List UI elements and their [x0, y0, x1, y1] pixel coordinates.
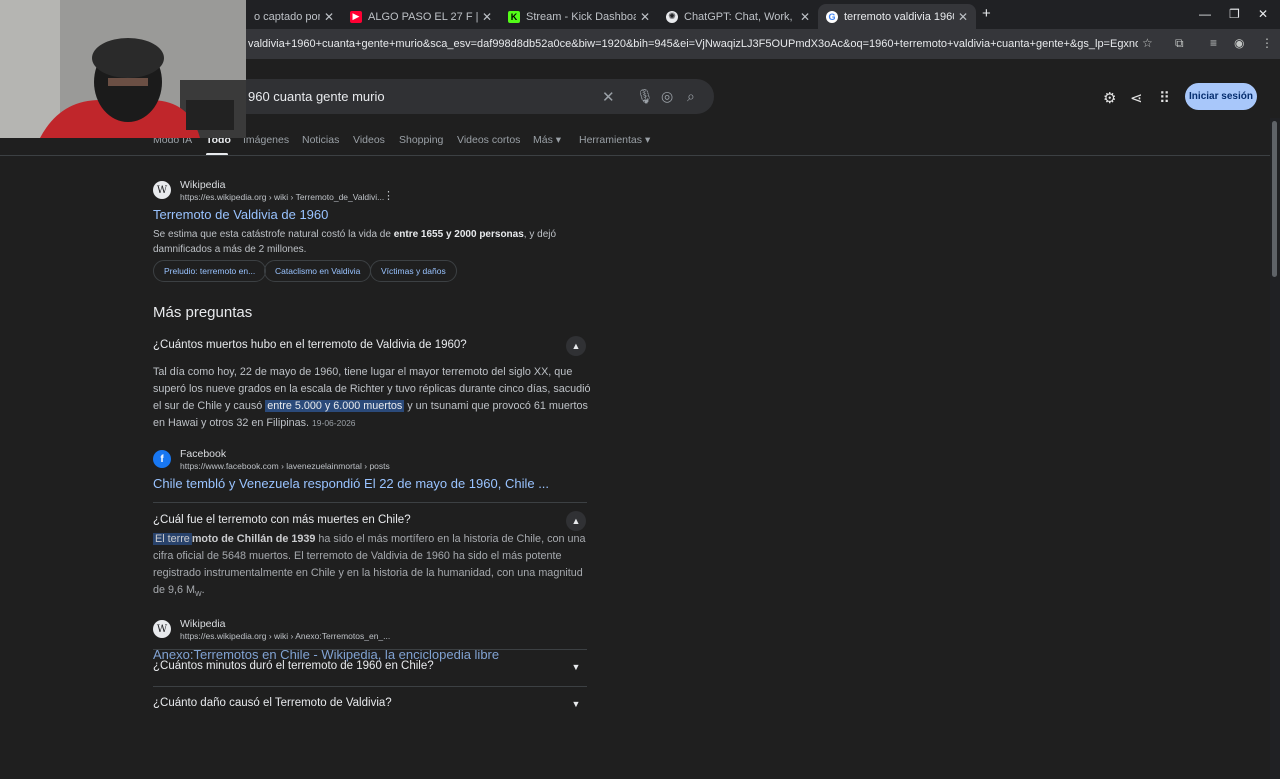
browser-tab[interactable]: K Stream - Kick Dashboard ✕: [500, 4, 658, 29]
answer-2: El terre moto de Chillán de 1939 ha sido …: [153, 533, 586, 599]
result-chip[interactable]: Preludio: terremoto en...: [153, 260, 267, 282]
bookmark-star-icon[interactable]: ☆: [1142, 36, 1153, 50]
wikipedia-icon: W: [153, 620, 171, 638]
search-input[interactable]: 960 cuanta gente murio: [248, 89, 385, 104]
youtube-icon: ▶: [350, 10, 362, 23]
google-icon: G: [826, 10, 838, 23]
browser-tab-active[interactable]: G terremoto valdivia 1960 cuanta ✕: [818, 4, 976, 29]
tab-short-videos[interactable]: Videos cortos: [457, 134, 520, 146]
result-title-link[interactable]: Terremoto de Valdivia de 1960: [153, 207, 328, 222]
question-1[interactable]: ¿Cuántos muertos hubo en el terremoto de…: [153, 339, 467, 351]
result-site-name: Wikipedia: [180, 618, 226, 630]
result-options-icon[interactable]: ⋮: [383, 189, 394, 202]
webcam-overlay: [0, 0, 246, 138]
chevron-up-icon[interactable]: ▲: [566, 336, 586, 356]
result-url[interactable]: https://es.wikipedia.org › wiki › Terrem…: [180, 192, 384, 202]
search-icon[interactable]: ⌕: [687, 88, 695, 105]
settings-gear-icon[interactable]: ⚙: [1103, 89, 1116, 107]
answer-1: Tal día como hoy, 22 de mayo de 1960, ti…: [153, 366, 591, 429]
tab-videos[interactable]: Videos: [353, 134, 385, 146]
tab-tools[interactable]: Herramientas ▾: [579, 134, 650, 146]
result-snippet: Se estima que esta catástrofe natural co…: [153, 229, 557, 255]
header-divider: [0, 155, 1280, 156]
restore-icon[interactable]: ❐: [1229, 7, 1240, 21]
close-window-icon[interactable]: ✕: [1258, 7, 1268, 21]
microphone-icon[interactable]: 🎙: [636, 88, 654, 105]
extensions-icon[interactable]: ⧉: [1175, 36, 1184, 51]
sign-in-button[interactable]: Iniciar sesión: [1185, 83, 1257, 110]
tab-images[interactable]: Imágenes: [243, 134, 289, 146]
new-tab-button[interactable]: +: [982, 5, 991, 22]
question-divider: [153, 502, 587, 503]
chevron-down-icon[interactable]: ▼: [566, 694, 586, 714]
tab-title: o captado por el pr: [254, 10, 320, 23]
clear-icon[interactable]: ✕: [602, 88, 615, 106]
facebook-icon: f: [153, 450, 171, 468]
address-bar[interactable]: valdivia+1960+cuanta+gente+murio&sca_esv…: [248, 32, 1138, 56]
tab-news[interactable]: Noticias: [302, 134, 339, 146]
tab-shopping[interactable]: Shopping: [399, 134, 443, 146]
tab-more[interactable]: Más ▾: [533, 134, 561, 146]
kick-icon: K: [508, 10, 520, 23]
media-controls-icon[interactable]: ≡: [1210, 36, 1217, 50]
result-chip[interactable]: Cataclismo en Valdivia: [264, 260, 372, 282]
question-4[interactable]: ¿Cuánto daño causó el Terremoto de Valdi…: [153, 697, 392, 709]
result-title-link[interactable]: Chile tembló y Venezuela respondió El 22…: [153, 476, 549, 491]
tab-title: ChatGPT: Chat, Work, Create &: [684, 10, 796, 23]
chevron-down-icon[interactable]: ▼: [566, 657, 586, 677]
close-icon[interactable]: ✕: [324, 10, 334, 24]
people-also-ask-title: Más preguntas: [153, 304, 253, 321]
result-url[interactable]: https://es.wikipedia.org › wiki › Anexo:…: [180, 631, 390, 641]
search-results-page: 960 cuanta gente murio ✕ 🎙 ◎ ⌕ ⚙ ⋖ ⠿ Ini…: [0, 59, 1280, 779]
browser-tab[interactable]: ▶ ALGO PASO EL 27 F | CHILE - Yo ✕: [342, 4, 500, 29]
chatgpt-icon: ✺: [666, 10, 678, 23]
scrollbar-thumb[interactable]: [1272, 121, 1277, 277]
apps-grid-icon[interactable]: ⠿: [1159, 89, 1170, 107]
close-icon[interactable]: ✕: [482, 10, 492, 24]
profile-icon[interactable]: ◉: [1234, 36, 1244, 50]
tab-title: ALGO PASO EL 27 F | CHILE - Yo: [368, 10, 478, 23]
chevron-up-icon[interactable]: ▲: [566, 511, 586, 531]
question-3[interactable]: ¿Cuántos minutos duró el terremoto de 19…: [153, 660, 434, 672]
webcam-image: [0, 0, 246, 138]
tab-title: Stream - Kick Dashboard: [526, 10, 636, 23]
menu-kebab-icon[interactable]: ⋮: [1261, 36, 1273, 50]
question-2[interactable]: ¿Cuál fue el terremoto con más muertes e…: [153, 514, 411, 526]
close-icon[interactable]: ✕: [958, 10, 968, 24]
close-icon[interactable]: ✕: [800, 10, 810, 24]
wikipedia-icon: W: [153, 181, 171, 199]
question-divider: [153, 686, 587, 687]
result-chip[interactable]: Víctimas y daños: [370, 260, 457, 282]
browser-tab[interactable]: ✺ ChatGPT: Chat, Work, Create & ✕: [658, 4, 818, 29]
browser-tab[interactable]: o captado por el pr ✕: [246, 4, 342, 29]
result-site-name: Facebook: [180, 448, 227, 460]
question-divider: [153, 649, 587, 650]
result-url[interactable]: https://www.facebook.com › lavenezuelain…: [180, 461, 390, 471]
result-site-name: Wikipedia: [180, 179, 226, 191]
close-icon[interactable]: ✕: [640, 10, 650, 24]
share-icon[interactable]: ⋖: [1130, 89, 1143, 107]
minimize-icon[interactable]: —: [1199, 7, 1211, 21]
search-box[interactable]: 960 cuanta gente murio ✕ 🎙 ◎ ⌕: [238, 79, 714, 114]
tab-title: terremoto valdivia 1960 cuanta: [844, 10, 954, 23]
lens-icon[interactable]: ◎: [661, 88, 673, 105]
